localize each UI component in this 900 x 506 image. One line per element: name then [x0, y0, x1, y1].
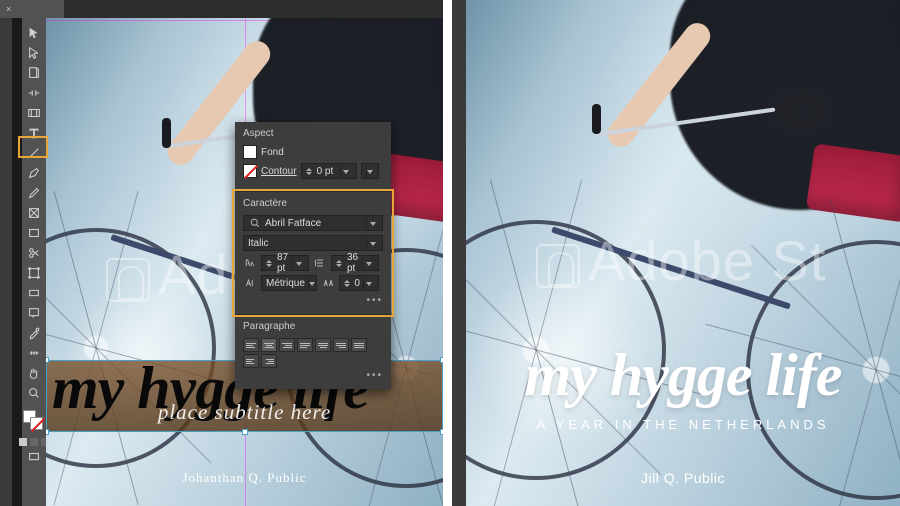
chevron-down-icon[interactable] [308, 278, 315, 289]
align-left-button[interactable] [243, 338, 259, 352]
close-tab-icon[interactable]: × [6, 4, 11, 14]
note-tool[interactable] [24, 304, 44, 322]
chevron-down-icon[interactable] [366, 238, 378, 249]
line-tool[interactable] [24, 144, 44, 162]
font-size-value: 87 pt [277, 252, 289, 274]
tools-panel [22, 18, 46, 506]
leading-icon [313, 257, 327, 269]
vertical-ruler [12, 0, 22, 506]
justify-center-button[interactable] [315, 338, 331, 352]
direct-selection-tool[interactable] [24, 44, 44, 62]
aspect-title: Aspect [243, 128, 383, 139]
tracking-field[interactable]: 0 [339, 275, 379, 291]
pen-tool[interactable] [24, 164, 44, 182]
scissors-tool[interactable] [24, 244, 44, 262]
chevron-down-icon[interactable] [340, 166, 352, 177]
screen-mode-tool[interactable] [24, 448, 44, 466]
stroke-style-dropdown[interactable] [361, 163, 379, 179]
kerning-icon [243, 277, 257, 289]
panel-divider [443, 0, 452, 506]
rectangle-frame-tool[interactable] [24, 204, 44, 222]
stroke-swatch[interactable] [243, 164, 257, 178]
character-more-icon[interactable]: ••• [243, 295, 383, 306]
stock-watermark: Adobe St [536, 228, 826, 293]
eyedropper-tool[interactable] [24, 324, 44, 342]
font-style-field[interactable]: Italic [243, 235, 383, 251]
hand-tool[interactable] [24, 364, 44, 382]
right-preview-area: Adobe St my hygge life A YEAR IN THE NET… [452, 0, 900, 506]
subtitle-placeholder[interactable]: place subtitle here [46, 400, 443, 425]
tracking-value: 0 [354, 278, 360, 289]
kerning-field[interactable]: Métrique [261, 275, 317, 291]
justify-left-button[interactable] [297, 338, 313, 352]
character-section: Caractère Abril Fatface Italic [235, 191, 391, 314]
paragraph-title: Paragraphe [243, 321, 383, 332]
align-right-button[interactable] [279, 338, 295, 352]
stroke-weight-field[interactable]: 0 pt [301, 163, 357, 179]
color-mode-row[interactable] [19, 438, 49, 446]
document-tab[interactable]: × [0, 0, 64, 18]
chevron-down-icon[interactable] [292, 258, 304, 269]
zoom-tool[interactable] [24, 384, 44, 402]
character-title: Caractère [243, 198, 383, 209]
kerning-value: Métrique [266, 278, 305, 289]
handlebar-grip [592, 104, 601, 134]
font-family-field[interactable]: Abril Fatface [243, 215, 383, 231]
right-page: Adobe St my hygge life A YEAR IN THE NET… [466, 0, 900, 506]
font-style-value: Italic [248, 238, 363, 249]
font-family-value: Abril Fatface [265, 218, 363, 229]
paragraph-section: Paragraphe ••• [235, 314, 391, 389]
gradient-swatch-tool[interactable] [24, 284, 44, 302]
rectangle-tool[interactable] [24, 224, 44, 242]
gap-tool[interactable] [24, 84, 44, 102]
bag-shape [806, 143, 900, 222]
subtitle-text-right: A YEAR IN THE NETHERLANDS [466, 417, 900, 432]
justify-right-button[interactable] [333, 338, 349, 352]
leading-value: 36 pt [347, 252, 359, 274]
stroke-label[interactable]: Contour [261, 166, 297, 177]
aspect-section: Aspect Fond Contour 0 pt [235, 122, 391, 191]
fill-stroke-swatch[interactable] [23, 410, 45, 432]
chevron-down-icon[interactable] [366, 218, 378, 229]
free-transform-tool[interactable] [24, 264, 44, 282]
paragraph-more-icon[interactable]: ••• [243, 370, 383, 381]
fill-label: Fond [261, 147, 284, 158]
handlebar-grip [162, 118, 171, 148]
font-size-field[interactable]: 87 pt [261, 255, 309, 271]
title-text-right: my hygge life [466, 341, 900, 410]
fill-swatch[interactable] [243, 145, 257, 159]
chevron-down-icon[interactable] [363, 278, 374, 289]
measure-tool[interactable] [24, 344, 44, 362]
tracking-icon [321, 277, 335, 289]
align-away-spine-button[interactable] [261, 354, 277, 368]
author-text-right: Jill Q. Public [466, 470, 900, 486]
leading-field[interactable]: 36 pt [331, 255, 379, 271]
type-tool[interactable] [24, 124, 44, 142]
search-icon [248, 217, 262, 229]
align-center-button[interactable] [261, 338, 277, 352]
justify-all-button[interactable] [351, 338, 367, 352]
chevron-down-icon[interactable] [366, 166, 374, 177]
content-collector-tool[interactable] [24, 104, 44, 122]
properties-panel[interactable]: Aspect Fond Contour 0 pt [235, 122, 391, 389]
align-towards-spine-button[interactable] [243, 354, 259, 368]
chevron-down-icon[interactable] [362, 258, 374, 269]
stroke-weight-value: 0 pt [317, 166, 337, 177]
author-text-left[interactable]: Johanthan Q. Public [46, 470, 443, 486]
pencil-tool[interactable] [24, 184, 44, 202]
page-tool[interactable] [24, 64, 44, 82]
selection-tool[interactable] [24, 24, 44, 42]
font-size-icon [243, 257, 257, 269]
left-editor-area: × [0, 0, 443, 506]
horizontal-ruler [46, 0, 443, 18]
